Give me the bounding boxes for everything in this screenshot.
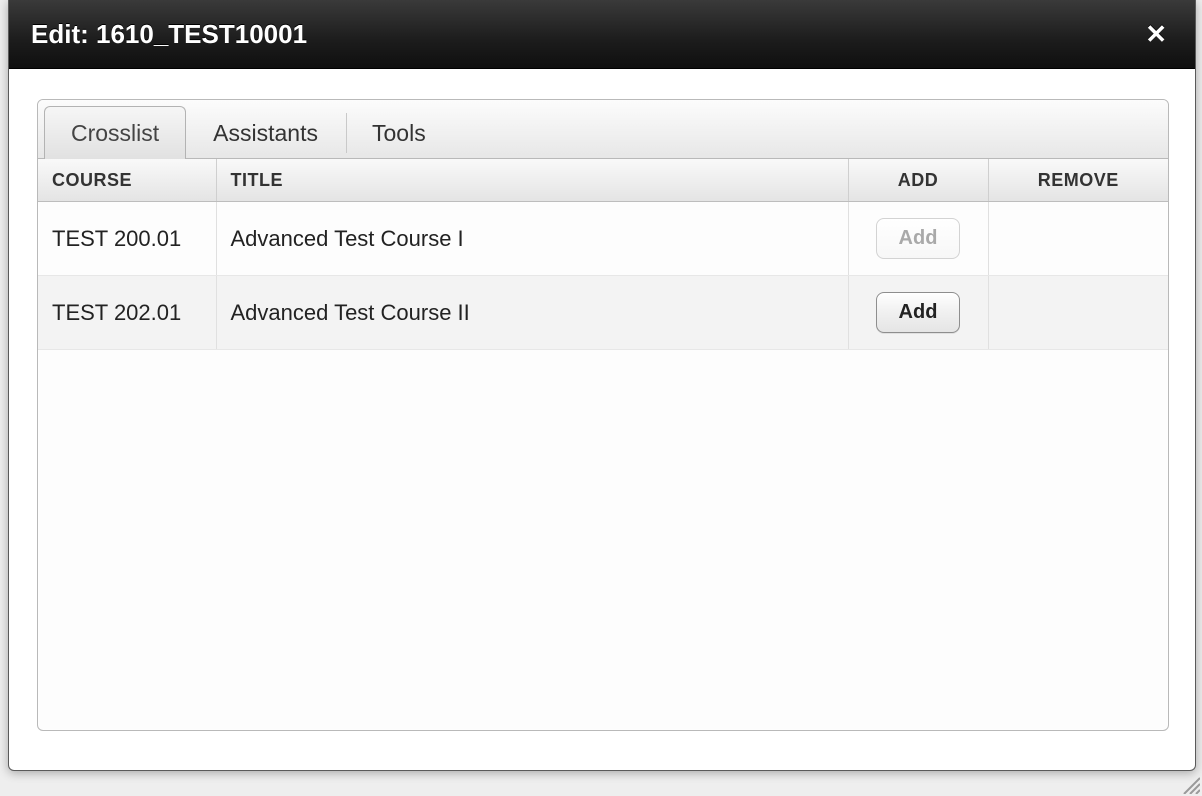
content-panel: Crosslist Assistants Tools COURSE TITLE xyxy=(37,99,1169,731)
tab-bar: Crosslist Assistants Tools xyxy=(38,100,1168,159)
tab-label: Tools xyxy=(372,120,426,147)
col-header-add: ADD xyxy=(848,159,988,202)
table-row: TEST 200.01 Advanced Test Course I Add xyxy=(38,202,1168,276)
close-icon[interactable]: ✕ xyxy=(1139,17,1173,51)
dialog-titlebar: Edit: 1610_TEST10001 ✕ xyxy=(9,0,1195,69)
cell-add: Add xyxy=(848,276,988,350)
col-header-course: COURSE xyxy=(38,159,216,202)
add-button[interactable]: Add xyxy=(876,292,961,333)
cell-title: Advanced Test Course I xyxy=(216,202,848,276)
edit-dialog: Edit: 1610_TEST10001 ✕ Crosslist Assista… xyxy=(8,0,1196,771)
tab-label: Crosslist xyxy=(71,120,159,147)
dialog-body: Crosslist Assistants Tools COURSE TITLE xyxy=(9,69,1195,771)
tab-assistants[interactable]: Assistants xyxy=(186,106,345,159)
cell-remove xyxy=(988,276,1168,350)
table-header-row: COURSE TITLE ADD REMOVE xyxy=(38,159,1168,202)
tab-crosslist[interactable]: Crosslist xyxy=(44,106,186,159)
cell-remove xyxy=(988,202,1168,276)
tab-tools[interactable]: Tools xyxy=(345,106,453,159)
add-button: Add xyxy=(876,218,961,259)
col-header-title: TITLE xyxy=(216,159,848,202)
col-header-remove: REMOVE xyxy=(988,159,1168,202)
cell-course: TEST 200.01 xyxy=(38,202,216,276)
resize-grip-icon[interactable] xyxy=(1178,772,1200,794)
table-row: TEST 202.01 Advanced Test Course II Add xyxy=(38,276,1168,350)
cell-add: Add xyxy=(848,202,988,276)
course-table: COURSE TITLE ADD REMOVE TEST 200.01 Adva… xyxy=(38,159,1168,350)
dialog-title: Edit: 1610_TEST10001 xyxy=(31,19,307,50)
tab-label: Assistants xyxy=(213,120,318,147)
cell-title: Advanced Test Course II xyxy=(216,276,848,350)
cell-course: TEST 202.01 xyxy=(38,276,216,350)
